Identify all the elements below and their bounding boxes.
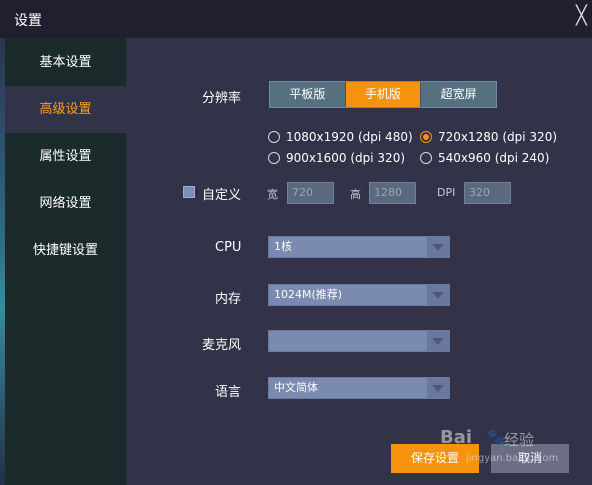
paw-icon: 🐾 (486, 427, 506, 446)
tab-tablet[interactable]: 平板版 (270, 82, 345, 107)
watermark-text: 经验 (504, 431, 535, 449)
radio-unchecked-icon (268, 131, 280, 143)
resolution-label: 分辨率 (202, 91, 242, 106)
language-select[interactable]: 中文简体 (268, 377, 450, 399)
dropdown-button (427, 285, 449, 305)
dropdown-button (427, 237, 449, 257)
radio-unchecked-icon (420, 152, 432, 164)
radio-label: 540x960 (dpi 240) (438, 151, 550, 165)
dpi-input[interactable]: 320 (464, 182, 511, 204)
cpu-select[interactable]: 1核 (268, 236, 450, 258)
close-icon[interactable]: ╳ (576, 6, 592, 26)
memory-label: 内存 (215, 292, 242, 307)
sidebar: 基本设置 高级设置 属性设置 网络设置 快捷键设置 (5, 38, 126, 485)
resolution-mode-tabs: 平板版 手机版 超宽屏 (269, 81, 497, 108)
language-value: 中文简体 (274, 381, 318, 394)
width-input[interactable]: 720 (287, 182, 334, 204)
sidebar-item-network[interactable]: 网络设置 (5, 180, 126, 227)
language-label: 语言 (215, 385, 242, 400)
tab-ultrawide[interactable]: 超宽屏 (420, 82, 496, 107)
dropdown-button (427, 331, 449, 351)
radio-label: 900x1600 (dpi 320) (286, 151, 406, 165)
chevron-down-icon (432, 385, 444, 392)
custom-checkbox[interactable] (183, 186, 195, 198)
sidebar-item-basic[interactable]: 基本设置 (5, 39, 126, 86)
microphone-select[interactable] (268, 330, 450, 352)
sidebar-item-properties[interactable]: 属性设置 (5, 133, 126, 180)
custom-label: 自定义 (202, 188, 242, 203)
cpu-label: CPU (215, 240, 242, 255)
sidebar-item-shortcuts[interactable]: 快捷键设置 (5, 227, 126, 274)
radio-unchecked-icon (268, 152, 280, 164)
radio-checked-icon (420, 131, 432, 143)
watermark-url: jingyan.baidu.com (466, 453, 559, 464)
watermark: Bai 🐾 经验 jingyan.baidu.com (440, 427, 580, 471)
dropdown-button (427, 378, 449, 398)
chevron-down-icon (432, 244, 444, 251)
title-bar: 设置 ╳ (0, 0, 592, 38)
memory-value: 1024M(推荐) (274, 288, 343, 301)
sidebar-item-advanced[interactable]: 高级设置 (5, 86, 126, 133)
height-label: 高 (350, 188, 361, 201)
chevron-down-icon (432, 292, 444, 299)
tab-phone[interactable]: 手机版 (344, 82, 421, 107)
width-label: 宽 (267, 188, 278, 201)
microphone-label: 麦克风 (202, 338, 242, 353)
cpu-value: 1核 (274, 240, 292, 253)
dpi-label: DPI (437, 186, 456, 199)
watermark-logo: Bai (440, 427, 473, 448)
chevron-down-icon (432, 338, 444, 345)
memory-select[interactable]: 1024M(推荐) (268, 284, 450, 306)
radio-label: 1080x1920 (dpi 480) (286, 130, 413, 144)
window-title: 设置 (14, 13, 42, 29)
height-input[interactable]: 1280 (369, 182, 416, 204)
radio-label: 720x1280 (dpi 320) (438, 130, 558, 144)
